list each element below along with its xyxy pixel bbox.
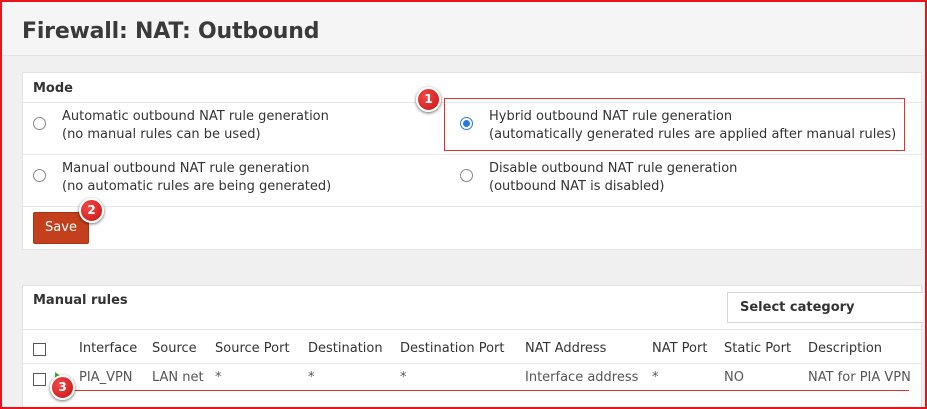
radio-manual[interactable] <box>33 169 46 182</box>
divider <box>23 206 921 207</box>
mode-panel: Mode Automatic outbound NAT rule generat… <box>22 72 922 250</box>
row-checkbox[interactable] <box>33 373 46 386</box>
option-hybrid[interactable]: Hybrid outbound NAT rule generation (aut… <box>460 108 896 144</box>
option-automatic-subtitle: (no manual rules can be used) <box>62 127 261 142</box>
divider <box>23 329 921 330</box>
cell-static-port: NO <box>724 370 744 385</box>
column-description[interactable]: Description <box>808 341 882 356</box>
column-destination[interactable]: Destination <box>308 341 383 356</box>
column-static-port[interactable]: Static Port <box>724 341 791 356</box>
column-nat-address[interactable]: NAT Address <box>525 341 606 356</box>
annotation-marker-3: 3 <box>50 375 75 400</box>
category-select[interactable]: Select category <box>727 292 923 323</box>
cell-destination: * <box>308 370 315 385</box>
option-disable-title: Disable outbound NAT rule generation <box>489 161 738 176</box>
option-automatic[interactable]: Automatic outbound NAT rule generation (… <box>33 108 329 144</box>
cell-source: LAN net <box>152 370 204 385</box>
select-all-checkbox[interactable] <box>33 343 46 356</box>
option-manual[interactable]: Manual outbound NAT rule generation (no … <box>33 160 331 196</box>
divider <box>23 154 921 155</box>
radio-automatic[interactable] <box>33 117 46 130</box>
cell-nat-address: Interface address <box>525 370 639 385</box>
option-automatic-title: Automatic outbound NAT rule generation <box>62 109 329 124</box>
option-hybrid-subtitle: (automatically generated rules are appli… <box>489 127 897 142</box>
divider <box>23 363 921 364</box>
manual-rules-heading: Manual rules <box>33 293 128 308</box>
annotation-marker-1: 1 <box>416 87 441 112</box>
highlight-rule-row <box>67 390 909 391</box>
column-interface[interactable]: Interface <box>79 341 137 356</box>
cell-destination-port: * <box>400 370 407 385</box>
divider <box>23 102 921 103</box>
cell-interface: PIA_VPN <box>79 370 133 385</box>
option-manual-subtitle: (no automatic rules are being generated) <box>62 179 332 194</box>
page-title: Firewall: NAT: Outbound <box>22 19 320 44</box>
option-hybrid-title: Hybrid outbound NAT rule generation <box>489 109 733 124</box>
option-disable[interactable]: Disable outbound NAT rule generation (ou… <box>460 160 737 196</box>
cell-source-port: * <box>215 370 222 385</box>
column-destination-port[interactable]: Destination Port <box>400 341 505 356</box>
column-source[interactable]: Source <box>152 341 197 356</box>
annotation-marker-2: 2 <box>79 198 104 223</box>
radio-hybrid[interactable] <box>460 117 473 130</box>
manual-rules-panel: Manual rules Select category Interface S… <box>22 285 923 409</box>
column-nat-port[interactable]: NAT Port <box>652 341 707 356</box>
page-header: Firewall: NAT: Outbound <box>2 2 925 56</box>
column-source-port[interactable]: Source Port <box>215 341 290 356</box>
cell-nat-port: * <box>652 370 659 385</box>
option-disable-subtitle: (outbound NAT is disabled) <box>489 179 665 194</box>
mode-heading: Mode <box>33 81 73 96</box>
option-manual-title: Manual outbound NAT rule generation <box>62 161 310 176</box>
radio-disable[interactable] <box>460 169 473 182</box>
cell-description: NAT for PIA VPN <box>808 370 911 385</box>
